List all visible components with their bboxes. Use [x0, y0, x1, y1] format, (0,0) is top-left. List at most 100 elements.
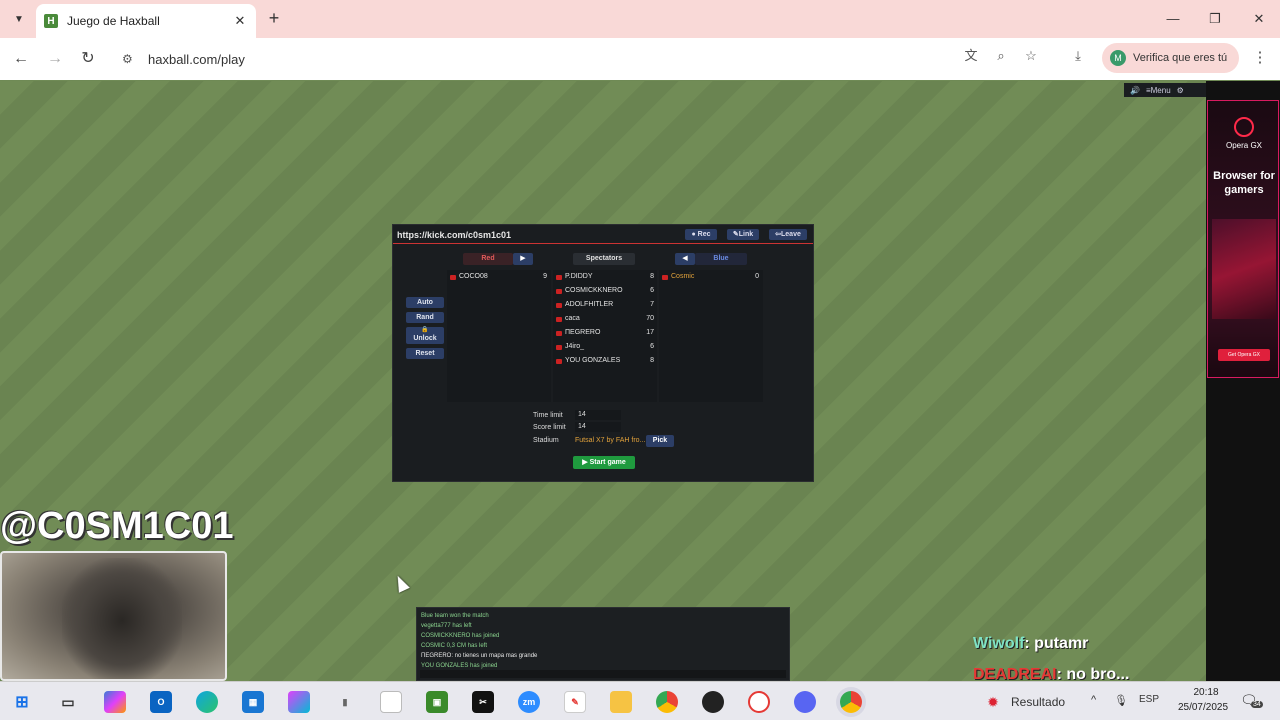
flag-icon — [556, 289, 562, 294]
flag-icon — [556, 331, 562, 336]
edge-icon[interactable] — [196, 691, 218, 713]
language-indicator[interactable]: ESP — [1139, 694, 1159, 705]
browser-toolbar: ← → ↻ ⚙ haxball.com/play 文 ⌕ ☆ ⤓ M Verif… — [0, 38, 1280, 80]
link-button[interactable]: ✎Link — [727, 229, 759, 240]
bookmark-star-icon[interactable]: ☆ — [1021, 46, 1041, 66]
url-text: haxball.com/play — [148, 51, 245, 67]
blue-team-list[interactable] — [659, 270, 763, 402]
game-menu-button[interactable]: ≡Menu — [1146, 86, 1171, 95]
overlay-chat-line: Wiwolf: putamr — [973, 635, 1088, 653]
game-chat: Blue team won the match vegetta777 has l… — [416, 607, 790, 681]
back-icon[interactable]: ← — [10, 48, 32, 70]
chrome-icon[interactable] — [656, 691, 678, 713]
overlay-chat-user: Wiwolf — [973, 635, 1025, 652]
browser-tab[interactable]: H Juego de Haxball ✕ — [36, 4, 256, 38]
leave-button[interactable]: ⇦Leave — [769, 229, 807, 240]
capcut-icon[interactable]: ✂ — [472, 691, 494, 713]
zoom-app-icon[interactable]: zm — [518, 691, 540, 713]
blue-team-header[interactable]: Blue — [695, 253, 747, 265]
tab-title: Juego de Haxball — [67, 14, 160, 28]
player-ping: 6 — [650, 287, 654, 294]
player-name: Cosmic — [671, 273, 695, 280]
stadium-name: Futsal X7 by FAH fro... — [575, 437, 646, 444]
player-row[interactable]: COCO08 9 — [450, 272, 547, 286]
player-name: COCO08 — [459, 273, 488, 280]
browser-titlebar: ▼ H Juego de Haxball ✕ + — ❐ ✕ — [0, 0, 1280, 38]
unlock-label: Unlock — [413, 335, 437, 342]
zoom-icon[interactable]: ⌕ — [991, 46, 1011, 66]
chat-input[interactable] — [420, 670, 786, 678]
translate-icon[interactable]: 文 — [961, 46, 981, 66]
clock-time[interactable]: 20:18 — [1184, 687, 1228, 698]
site-info-icon[interactable]: ⚙ — [122, 52, 142, 66]
weather-text[interactable]: Resultado — [1011, 695, 1065, 709]
opera-gx-icon[interactable] — [748, 691, 770, 713]
notification-icon[interactable]: 🗨 34 — [1240, 692, 1263, 712]
rand-button[interactable]: Rand — [406, 312, 444, 323]
minimize-icon[interactable]: — — [1162, 8, 1184, 30]
store-icon[interactable]: ▦ — [242, 691, 264, 713]
game-settings-icon[interactable]: ⚙ — [1177, 86, 1184, 95]
game-canvas[interactable]: 🔊 ≡Menu ⚙ https://kick.com/c0sm1c01 ● Re… — [0, 81, 1206, 681]
windows-start-icon[interactable]: ⊞ — [11, 691, 33, 713]
player-row[interactable]: YOU GONZALES 8 — [556, 356, 654, 370]
microphone-icon[interactable]: 🎙 — [1114, 694, 1128, 707]
streamer-handle: @C0SM1C01 — [0, 505, 234, 547]
download-icon[interactable]: ⤓ — [1068, 46, 1088, 66]
red-team-header[interactable]: Red — [463, 253, 513, 265]
player-row[interactable]: P.DIDDY 8 — [556, 272, 654, 286]
address-bar[interactable]: ⚙ haxball.com/play — [112, 43, 1052, 75]
flag-icon — [556, 317, 562, 322]
flag-icon — [450, 275, 456, 280]
paint-app-icon[interactable]: ✎ — [564, 691, 586, 713]
red-team-list[interactable] — [447, 270, 551, 402]
task-view-icon[interactable]: ▭ — [57, 691, 79, 713]
score-limit-select[interactable]: 14 — [575, 422, 621, 432]
webcam-feed — [0, 551, 227, 681]
outlook-icon[interactable]: O — [150, 691, 172, 713]
obs-icon[interactable] — [702, 691, 724, 713]
notepad-icon[interactable] — [380, 691, 402, 713]
mouse-app-icon[interactable]: ▮ — [334, 691, 356, 713]
opera-gx-ad[interactable]: Opera GX Browser for gamers Get Opera GX — [1207, 100, 1279, 378]
player-row[interactable]: J4iro_ 6 — [556, 342, 654, 356]
start-game-button[interactable]: ▶ Start game — [573, 456, 635, 469]
sound-icon[interactable]: 🔊 — [1130, 86, 1140, 95]
player-row[interactable]: COSMICKKNERO 6 — [556, 286, 654, 300]
ad-cta-button[interactable]: Get Opera GX — [1218, 349, 1270, 361]
move-left-icon[interactable]: ◀ — [675, 253, 695, 265]
time-limit-select[interactable]: 14 — [575, 410, 621, 420]
windows-taskbar: ⊞ ▭ O ▦ ▮ ▣ ✂ zm ✎ ✹ Resultado ^ 🎙 ESP 2… — [0, 681, 1280, 720]
spectators-header[interactable]: Spectators — [573, 253, 635, 265]
rec-button[interactable]: ● Rec — [685, 229, 717, 240]
pick-stadium-button[interactable]: Pick — [646, 435, 674, 447]
close-icon[interactable]: ✕ — [232, 13, 248, 29]
tab-search-icon[interactable]: ▼ — [8, 8, 30, 30]
profile-chip[interactable]: M Verifica que eres tú — [1102, 43, 1239, 73]
clock-date[interactable]: 25/07/2025 — [1172, 702, 1234, 713]
microsoft365-icon[interactable] — [288, 691, 310, 713]
reload-icon[interactable]: ↻ — [77, 48, 99, 70]
chrome-active-icon[interactable] — [840, 691, 862, 713]
menu-kebab-icon[interactable]: ⋮ — [1252, 48, 1268, 70]
weather-icon[interactable]: ✹ — [984, 693, 1002, 711]
window-close-icon[interactable]: ✕ — [1248, 8, 1270, 30]
player-row[interactable]: caca 70 — [556, 314, 654, 328]
unlock-button[interactable]: 🔒 Unlock — [406, 327, 444, 344]
player-row[interactable]: Cosmic 0 — [662, 272, 759, 286]
reset-button[interactable]: Reset — [406, 348, 444, 359]
chat-message: COSMICKKNERO has joined — [421, 633, 500, 639]
file-explorer-icon[interactable] — [610, 691, 632, 713]
restore-icon[interactable]: ❐ — [1204, 8, 1226, 30]
forward-icon[interactable]: → — [44, 48, 66, 70]
discord-icon[interactable] — [794, 691, 816, 713]
player-row[interactable]: ADOLFHITLER 7 — [556, 300, 654, 314]
player-row[interactable]: ΠΕGRERO 17 — [556, 328, 654, 342]
new-tab-icon[interactable]: + — [264, 9, 284, 29]
mouse-cursor-icon — [392, 573, 410, 593]
copilot-icon[interactable] — [104, 691, 126, 713]
chevron-up-icon[interactable]: ^ — [1091, 694, 1096, 706]
minecraft-icon[interactable]: ▣ — [426, 691, 448, 713]
move-right-icon[interactable]: ▶ — [513, 253, 533, 265]
auto-button[interactable]: Auto — [406, 297, 444, 308]
